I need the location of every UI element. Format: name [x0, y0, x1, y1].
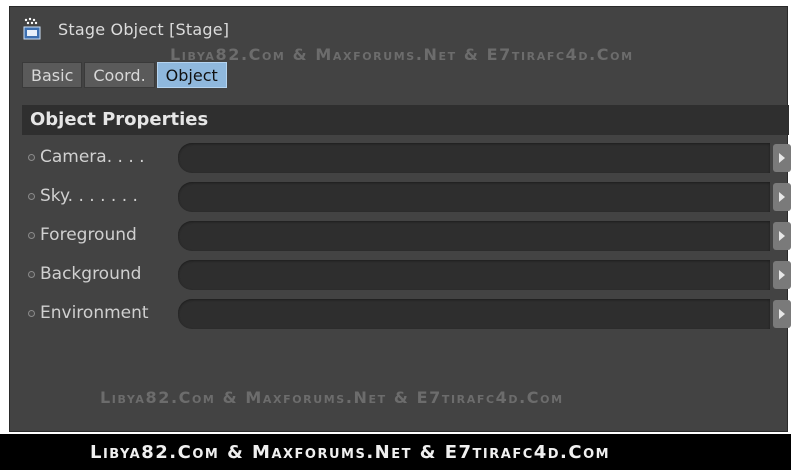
- watermark-top: Libya82.Com & Maxforums.Net & E7tirafc4d…: [170, 45, 634, 64]
- property-label: Camera. . . .: [40, 147, 145, 167]
- circle-icon[interactable]: [28, 232, 35, 239]
- property-label: Foreground: [40, 225, 137, 245]
- tab-object[interactable]: Object: [156, 62, 227, 88]
- triangle-right-icon[interactable]: [773, 300, 791, 328]
- property-label: Environment: [40, 303, 149, 323]
- triangle-right-icon[interactable]: [773, 261, 791, 289]
- camera-link-field[interactable]: [178, 143, 770, 173]
- attribute-manager-panel: Stage Object [Stage] Libya82.Com & Maxfo…: [9, 6, 791, 432]
- clapperboard-icon: [22, 17, 42, 41]
- tab-coord[interactable]: Coord.: [84, 62, 155, 88]
- section-title: Object Properties: [30, 109, 209, 130]
- property-row-camera: Camera. . . .: [28, 143, 791, 173]
- window-title: Stage Object [Stage]: [58, 19, 230, 39]
- environment-link-field[interactable]: [178, 299, 770, 329]
- property-row-environment: Environment: [28, 299, 791, 329]
- sky-link-field[interactable]: [178, 182, 770, 212]
- watermark-middle: Libya82.Com & Maxforums.Net & E7tirafc4d…: [100, 388, 564, 407]
- footer-banner: Libya82.Com & Maxforums.Net & E7tirafc4d…: [0, 434, 791, 470]
- triangle-right-icon[interactable]: [773, 183, 791, 211]
- tab-bar: Basic Coord. Object: [22, 62, 229, 88]
- foreground-link-field[interactable]: [178, 221, 770, 251]
- property-label: Sky. . . . . . .: [40, 186, 138, 206]
- property-row-sky: Sky. . . . . . .: [28, 182, 791, 212]
- triangle-right-icon[interactable]: [773, 144, 791, 172]
- tab-basic[interactable]: Basic: [22, 62, 83, 88]
- circle-icon[interactable]: [28, 154, 35, 161]
- circle-icon[interactable]: [28, 310, 35, 317]
- footer-watermark: Libya82.Com & Maxforums.Net & E7tirafc4d…: [90, 442, 611, 463]
- section-header: Object Properties: [22, 105, 789, 135]
- property-label: Background: [40, 264, 142, 284]
- triangle-right-icon[interactable]: [773, 222, 791, 250]
- title-bar: Stage Object [Stage]: [22, 16, 229, 42]
- background-link-field[interactable]: [178, 260, 770, 290]
- circle-icon[interactable]: [28, 193, 35, 200]
- property-row-foreground: Foreground: [28, 221, 791, 251]
- property-row-background: Background: [28, 260, 791, 290]
- circle-icon[interactable]: [28, 271, 35, 278]
